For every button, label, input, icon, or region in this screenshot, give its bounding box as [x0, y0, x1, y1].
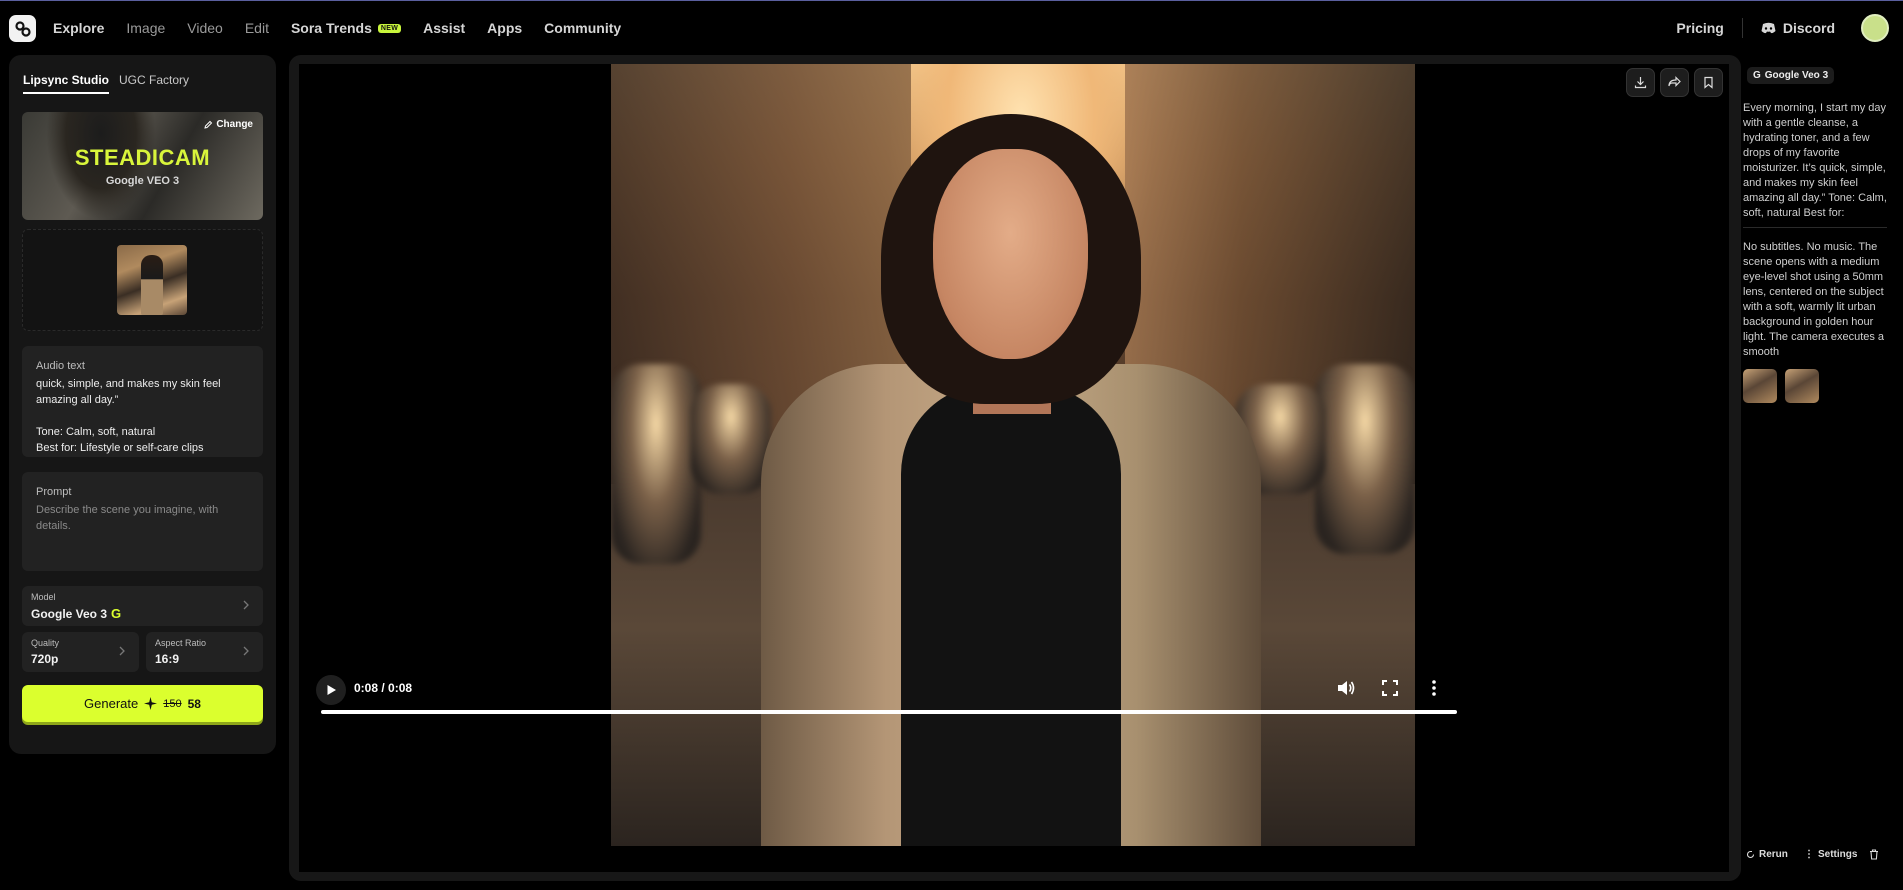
style-subtitle: Google VEO 3	[105, 175, 180, 187]
audio-text-box[interactable]: Audio text quick, simple, and makes my s…	[22, 346, 263, 457]
trash-icon	[1870, 849, 1878, 860]
model-value: Google Veo 3 G	[31, 606, 121, 621]
video-face	[933, 149, 1088, 359]
chevron-right-icon	[243, 600, 249, 610]
video-car	[691, 384, 771, 494]
download-icon	[1634, 77, 1647, 89]
right-panel: G Google Veo 3 Every morning, I start my…	[1741, 55, 1903, 890]
discord-icon	[1761, 22, 1776, 34]
change-style-button[interactable]: Change	[204, 119, 253, 130]
aspect-ratio-selector[interactable]: Aspect Ratio 16:9	[146, 632, 263, 672]
nav-assist[interactable]: Assist	[423, 20, 465, 36]
nav-apps[interactable]: Apps	[487, 20, 522, 36]
audio-text-preview: Every morning, I start my day with a gen…	[1743, 102, 1887, 219]
generate-button[interactable]: Generate 150 58	[22, 685, 263, 722]
reference-image-dropzone[interactable]	[22, 229, 263, 331]
logo-icon	[14, 20, 31, 37]
prompt-preview: No subtitles. No music. The scene opens …	[1743, 241, 1885, 358]
quality-selector[interactable]: Quality 720p	[22, 632, 139, 672]
tab-lipsync-studio[interactable]: Lipsync Studio	[23, 73, 110, 94]
generate-label: Generate	[84, 696, 139, 711]
new-badge: NEW	[377, 23, 402, 33]
aspect-label: Aspect Ratio	[155, 638, 207, 648]
video-actions	[1626, 68, 1723, 97]
nav-edit[interactable]: Edit	[245, 20, 269, 36]
chevron-right-icon	[119, 646, 125, 656]
progress-bar[interactable]	[321, 710, 1457, 714]
delete-button[interactable]	[1869, 849, 1879, 860]
discord-label: Discord	[1782, 20, 1835, 36]
pencil-icon	[204, 120, 213, 129]
rerun-icon	[1746, 850, 1755, 859]
nav-right: Pricing Discord	[1676, 1, 1903, 55]
video-car	[1315, 364, 1415, 554]
quality-value: 720p	[31, 652, 59, 666]
download-button[interactable]	[1626, 68, 1655, 97]
share-icon	[1668, 76, 1681, 87]
video-player[interactable]: 0:08 / 0:08	[299, 64, 1729, 872]
model-tag: G Google Veo 3	[1747, 67, 1835, 84]
left-panel: Lipsync Studio UGC Factory STEADICAM Goo…	[9, 55, 276, 754]
model-selector[interactable]: Model Google Veo 3 G	[22, 586, 263, 626]
fullscreen-icon[interactable]	[1379, 677, 1401, 699]
quality-label: Quality	[31, 638, 60, 648]
settings-dots-icon: ⋮	[1804, 849, 1814, 860]
rerun-button[interactable]: Rerun	[1746, 849, 1788, 860]
change-label: Change	[216, 119, 253, 130]
bookmark-button[interactable]	[1694, 68, 1723, 97]
play-button[interactable]	[316, 675, 346, 705]
main-panel: 0:08 / 0:08	[289, 55, 1741, 881]
video-frame	[611, 64, 1415, 846]
user-avatar[interactable]	[1861, 14, 1889, 42]
top-nav: Explore Image Video Edit Sora Trends NEW…	[0, 1, 1903, 55]
google-g-icon: G	[1753, 70, 1761, 81]
result-thumbnail[interactable]	[1785, 369, 1819, 403]
reference-figure	[141, 255, 163, 315]
more-options-icon[interactable]	[1423, 677, 1445, 699]
nav-divider	[1741, 18, 1743, 38]
sparkle-icon	[144, 697, 158, 710]
settings-label: Settings	[1818, 849, 1858, 860]
nav-image[interactable]: Image	[126, 20, 165, 36]
model-name: Google Veo 3	[31, 606, 108, 621]
model-tag-label: Google Veo 3	[1764, 70, 1829, 81]
cost-new: 58	[187, 696, 201, 711]
nav-community[interactable]: Community	[544, 20, 621, 36]
rerun-label: Rerun	[1759, 849, 1788, 860]
nav-explore[interactable]: Explore	[53, 20, 104, 36]
right-divider	[1743, 227, 1887, 228]
video-shirt	[901, 384, 1121, 846]
reference-thumbnail[interactable]	[117, 245, 187, 315]
video-car	[611, 364, 701, 564]
prompt-label: Prompt	[36, 486, 72, 498]
model-label: Model	[31, 592, 56, 602]
tab-ugc-factory[interactable]: UGC Factory	[119, 73, 189, 94]
style-title: STEADICAM	[74, 145, 211, 170]
audio-text-value[interactable]: quick, simple, and makes my skin feel am…	[36, 376, 251, 456]
aspect-value: 16:9	[155, 652, 180, 666]
time-display: 0:08 / 0:08	[354, 681, 413, 695]
nav-video[interactable]: Video	[187, 20, 223, 36]
main-nav: Explore Image Video Edit Sora Trends NEW…	[53, 1, 643, 55]
nav-sora-trends[interactable]: Sora Trends NEW	[290, 20, 402, 36]
google-mark: G	[111, 606, 122, 621]
audio-text-label: Audio text	[36, 360, 85, 372]
bookmark-icon	[1704, 76, 1713, 89]
nav-sora-trends-label: Sora Trends	[290, 20, 372, 36]
volume-icon[interactable]	[1335, 677, 1357, 699]
share-button[interactable]	[1660, 68, 1689, 97]
style-card[interactable]: STEADICAM Google VEO 3 Change	[22, 112, 263, 220]
prompt-input[interactable]: Describe the scene you imagine, with det…	[36, 502, 236, 534]
prompt-box[interactable]: Prompt Describe the scene you imagine, w…	[22, 472, 263, 571]
chevron-right-icon	[243, 646, 249, 656]
result-thumbnail[interactable]	[1743, 369, 1777, 403]
cost-old: 150	[163, 697, 182, 710]
app-logo[interactable]	[9, 15, 36, 42]
play-icon	[327, 685, 336, 695]
studio-tabs: Lipsync Studio UGC Factory	[23, 73, 189, 94]
settings-button[interactable]: ⋮ Settings	[1804, 849, 1857, 860]
pricing-link[interactable]: Pricing	[1676, 20, 1723, 36]
discord-link[interactable]: Discord	[1761, 20, 1835, 36]
